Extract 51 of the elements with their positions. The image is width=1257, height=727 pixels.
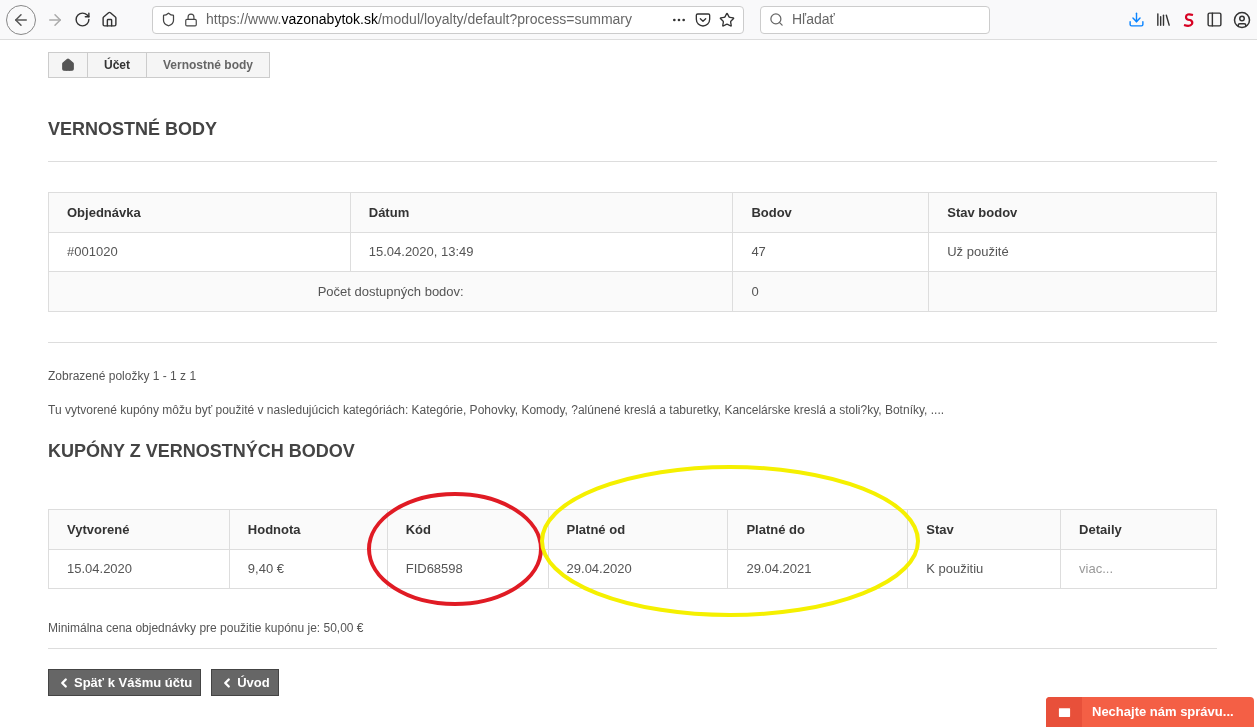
extension-icon[interactable] [1182, 11, 1196, 28]
table-header: Hodnota [229, 509, 388, 550]
table-header: Dátum [350, 192, 733, 233]
table-cell: Počet dostupných bodov: [48, 271, 733, 312]
home-icon[interactable] [101, 11, 118, 28]
url-text: https://www.vazonabytok.sk/modul/loyalty/default?process=summary [206, 10, 633, 29]
reload-icon[interactable] [74, 11, 91, 28]
section-title: VERNOSTNÉ BODY [48, 117, 219, 141]
table-cell: 9,40 € [229, 549, 388, 589]
table-cell: 47 [732, 232, 929, 272]
account-icon[interactable] [1233, 10, 1251, 29]
home-icon [61, 58, 75, 72]
categories-note: Tu vytvorené kupóny môžu byť použité v nasledujúcich kategóriách: Kategórie, Pohovky, Komody, ?alúnené kreslá a taburetky, Kancelárske kreslá a stoli?ky, Botníky, .... [48, 402, 946, 419]
back-nav-button[interactable]: Úvod [211, 669, 279, 696]
details-link[interactable]: viac... [1079, 561, 1114, 577]
table-cell: 15.04.2020 [48, 549, 230, 589]
library-icon[interactable] [1155, 11, 1172, 28]
table-cell: K použitiu [907, 549, 1061, 589]
table-header: Objednávka [48, 192, 351, 233]
table-header: Detaily [1060, 509, 1217, 550]
lock-icon [184, 12, 198, 27]
table-header: Vytvorené [48, 509, 230, 550]
section-title: KUPÓNY Z VERNOSTNÝCH BODOV [48, 439, 356, 463]
table-header: Stav [907, 509, 1061, 550]
table-header: Stav bodov [928, 192, 1217, 233]
shield-icon[interactable] [161, 12, 176, 27]
search-field[interactable]: Hľadať [760, 5, 990, 34]
table-cell: 0 [732, 271, 929, 312]
min-order-note: Minimálna cena objednávky pre použitie kupónu je: 50,00 € [48, 620, 365, 637]
table-cell: 29.04.2021 [727, 549, 908, 589]
table-cell: FID68598 [387, 549, 549, 589]
pagination-info: Zobrazené položky 1 - 1 z 1 [48, 368, 198, 385]
sidebar-icon[interactable] [1206, 11, 1223, 28]
table-header: Platné do [727, 509, 908, 550]
search-icon [769, 12, 784, 27]
table-cell: 15.04.2020, 13:49 [350, 232, 733, 272]
table-header: Bodov [732, 192, 929, 233]
table-header: Kód [387, 509, 549, 550]
table-cell: Už použité [928, 232, 1217, 272]
breadcrumb-link[interactable]: Účet [88, 53, 147, 77]
table-cell: #001020 [48, 232, 351, 272]
back-nav-button[interactable]: Späť k Vášmu účtu [48, 669, 202, 696]
bookmark-star-icon[interactable] [719, 11, 735, 28]
address-bar[interactable]: https://www.vazonabytok.sk/modul/loyalty/default?process=summary [152, 5, 744, 34]
search-input[interactable]: Hľadať [792, 9, 972, 30]
pocket-icon[interactable] [695, 11, 711, 28]
download-icon[interactable] [1128, 11, 1145, 28]
table-header: Platné od [548, 509, 728, 550]
chat-button[interactable]: Nechajte nám správu... [1046, 697, 1254, 727]
breadcrumb-link[interactable]: Vernostné body [147, 53, 270, 77]
table-cell: 29.04.2020 [548, 549, 728, 589]
